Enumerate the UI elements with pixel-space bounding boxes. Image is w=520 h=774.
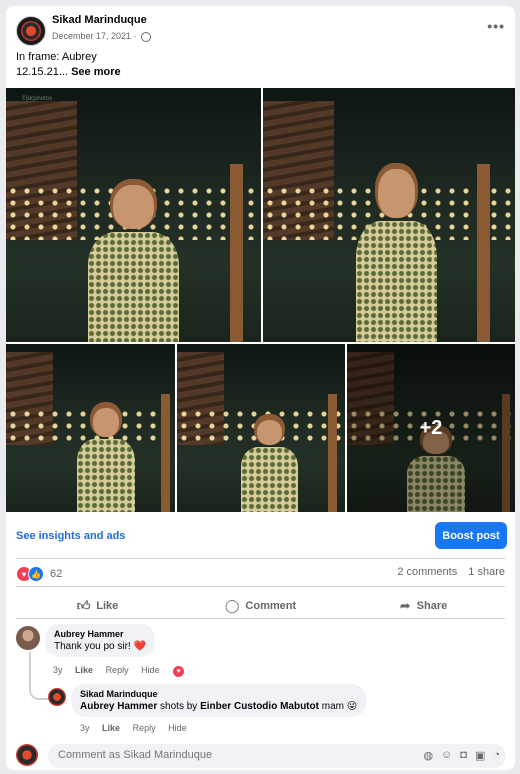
divider — [16, 586, 505, 587]
reply-thread-line — [29, 652, 49, 700]
divider — [16, 558, 505, 559]
comment-input[interactable] — [56, 748, 390, 762]
comment-label: Comment — [245, 600, 297, 612]
post-stats: 2 comments 1 share — [389, 566, 505, 578]
comment-composer[interactable]: ◍ ☺ ◘ ▣ ◔ — [48, 744, 506, 768]
comment-meta: 3y Like Reply Hide ♥ — [53, 665, 195, 678]
emoji-icon[interactable]: ☺ — [441, 749, 452, 762]
post-date-text[interactable]: December 17, 2021 · — [52, 31, 137, 41]
reply-hide-button[interactable]: Hide — [168, 723, 187, 733]
mention-tag[interactable]: Aubrey Hammer — [80, 701, 157, 712]
like-button[interactable]: 👍︎ Like — [16, 592, 179, 620]
sticker-icon[interactable]: ◔ — [493, 749, 500, 762]
photo-watermark: ©jdcphotos — [22, 96, 53, 102]
comments-count[interactable]: 2 comments — [397, 566, 457, 578]
reply-author[interactable]: Sikad Marinduque — [80, 689, 357, 699]
reply-reply-button[interactable]: Reply — [133, 723, 156, 733]
photo-5[interactable]: +2 — [347, 344, 515, 512]
boost-post-button[interactable]: Boost post — [435, 522, 507, 549]
action-bar: 👍︎ Like ◯ Comment ➦ Share — [16, 592, 505, 620]
comment-like-button[interactable]: Like — [75, 665, 93, 675]
reaction-count[interactable]: 62 — [50, 568, 62, 580]
reply-like-button[interactable]: Like — [102, 723, 120, 733]
reaction-summary[interactable]: ♥ 👍 62 — [16, 566, 62, 582]
share-label: Share — [416, 600, 448, 612]
share-arrow-icon: ➦ — [399, 598, 411, 613]
comment-bubble: Aubrey Hammer Thank you po sir! ❤️ — [45, 624, 155, 657]
gif-icon[interactable]: ▣ — [475, 749, 485, 762]
photo-3[interactable] — [6, 344, 175, 512]
share-button[interactable]: ➦ Share — [342, 592, 505, 620]
more-photos-overlay[interactable]: +2 — [347, 344, 515, 512]
mention-tag[interactable]: Einber Custodio Mabutot — [200, 701, 319, 712]
thumbs-up-icon: 👍︎ — [76, 598, 91, 613]
comment-text: Thank you po sir! ❤️ — [54, 641, 146, 652]
comment-age[interactable]: 3y — [53, 665, 63, 675]
comment-hide-button[interactable]: Hide — [141, 665, 160, 675]
commenter-avatar[interactable] — [16, 626, 40, 650]
reply-meta: 3y Like Reply Hide — [80, 723, 197, 733]
reply-age[interactable]: 3y — [80, 723, 90, 733]
page-name[interactable]: Sikad Marinduque — [52, 14, 147, 26]
post-card: Sikad Marinduque December 17, 2021 · •••… — [6, 6, 515, 770]
reply-text: Aubrey Hammer shots by Einber Custodio M… — [80, 701, 357, 712]
divider — [16, 618, 505, 619]
more-options-icon[interactable]: ••• — [487, 18, 505, 34]
comment-author[interactable]: Aubrey Hammer — [54, 629, 146, 639]
page-avatar[interactable] — [16, 16, 46, 46]
reply-text-middle: shots by — [157, 701, 201, 712]
see-more-link[interactable]: See more — [71, 66, 121, 78]
post-caption: In frame: Aubrey 12.15.21... See more — [16, 50, 121, 80]
love-reaction-icon[interactable]: ♥ — [172, 665, 186, 678]
like-label: Like — [96, 600, 119, 612]
caption-line-2: 12.15.21... — [16, 66, 68, 78]
photo-2[interactable] — [263, 88, 515, 342]
shares-count[interactable]: 1 share — [468, 566, 505, 578]
composer-avatar[interactable] — [16, 744, 38, 766]
avatar-sticker-icon[interactable]: ◍ — [423, 749, 433, 762]
caption-line-1: In frame: Aubrey — [16, 51, 97, 63]
like-reaction-icon: 👍 — [28, 566, 44, 582]
photo-1[interactable]: ©jdcphotos — [6, 88, 261, 342]
speech-bubble-icon: ◯ — [224, 598, 240, 613]
composer-icons: ◍ ☺ ◘ ▣ ◔ — [423, 749, 500, 762]
replier-avatar[interactable] — [48, 688, 66, 706]
reply-bubble: Sikad Marinduque Aubrey Hammer shots by … — [71, 684, 367, 717]
reply-text-end: mam 😜 — [318, 701, 358, 712]
comment-button[interactable]: ◯ Comment — [179, 592, 342, 620]
post-date[interactable]: December 17, 2021 · — [52, 31, 152, 42]
see-insights-link[interactable]: See insights and ads — [16, 530, 125, 542]
camera-icon[interactable]: ◘ — [460, 749, 467, 762]
globe-icon — [141, 31, 152, 42]
comment-reply-button[interactable]: Reply — [106, 665, 129, 675]
photo-4[interactable] — [177, 344, 345, 512]
